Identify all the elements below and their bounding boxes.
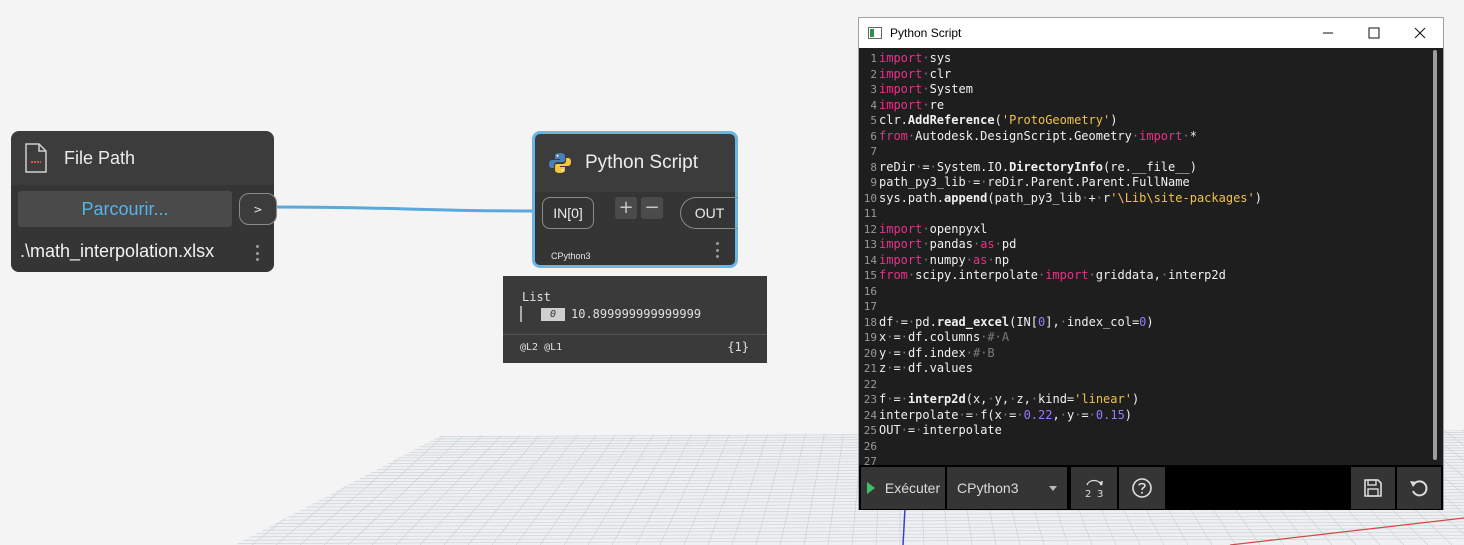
migration-assistant-button[interactable]: 2 3 xyxy=(1071,467,1117,509)
file-path-node[interactable]: File Path Parcourir... > .\math_interpol… xyxy=(11,131,277,272)
engine-select-value: CPython3 xyxy=(957,480,1019,496)
run-button[interactable]: Exécuter xyxy=(861,467,945,509)
output-port-out[interactable]: OUT xyxy=(680,197,738,229)
code-line: 27 xyxy=(863,455,877,465)
maximize-icon[interactable] xyxy=(1351,18,1397,48)
help-icon xyxy=(1132,478,1152,498)
code-line: 14 import·numpy·as·np xyxy=(863,252,1010,267)
code-line: 15 from·scipy.interpolate·import·griddata… xyxy=(863,268,1226,282)
node-title: Python Script xyxy=(585,152,698,173)
svg-text:3: 3 xyxy=(1097,489,1103,500)
editor-toolbar: Exécuter CPython3 2 3 xyxy=(859,465,1443,510)
chevron-down-icon xyxy=(1049,486,1057,491)
code-line: 21 z·=·df.values xyxy=(863,361,973,375)
code-line: 9 path_py3_lib·=·reDir.Parent.Parent.Full… xyxy=(870,175,1190,189)
list-index-badge: 0 xyxy=(541,308,565,321)
code-line: 1 import·sys xyxy=(870,51,952,65)
python-script-node[interactable]: Python Script IN[0] + − OUT CPython3 xyxy=(532,131,738,268)
node-title: File Path xyxy=(64,147,136,168)
code-line: 12 import·openpyxl xyxy=(863,221,988,236)
output-port[interactable]: > xyxy=(239,193,277,225)
code-line: 3 import·System xyxy=(870,82,973,96)
svg-text:2: 2 xyxy=(1085,489,1091,500)
code-line: 8 reDir·=·System.IO.DirectoryInfo(re.__fi… xyxy=(870,159,1197,174)
code-line: 10 sys.path.append(path_py3_lib·+·r'\Lib\… xyxy=(863,190,1262,205)
node-menu-icon[interactable] xyxy=(255,245,259,261)
node-preview-bubble[interactable]: List 0 10.899999999999999 @L2 @L1 {1} xyxy=(503,276,767,363)
add-input-button[interactable]: + xyxy=(615,197,637,219)
window-icon xyxy=(868,27,882,39)
remove-input-button[interactable]: − xyxy=(641,197,663,219)
play-icon xyxy=(866,482,875,494)
code-line: 25 OUT·=·interpolate xyxy=(863,423,1002,437)
code-line: 2 import·clr xyxy=(870,66,952,81)
revert-button[interactable] xyxy=(1397,467,1441,509)
code-line: 6 from·Autodesk.DesignScript.Geometry·imp… xyxy=(870,128,1197,143)
close-icon[interactable] xyxy=(1397,18,1443,48)
code-line: 20 y·=·df.index·#·B xyxy=(863,345,995,360)
preview-value: 10.899999999999999 xyxy=(571,307,702,321)
tree-line xyxy=(520,306,522,322)
engine-label: CPython3 xyxy=(551,251,591,261)
code-line: 16 xyxy=(863,284,877,298)
code-line: 26 xyxy=(863,439,877,453)
item-count: {1} xyxy=(727,340,749,354)
code-line: 13 import·pandas·as·pd xyxy=(863,237,1017,251)
python-node-header[interactable]: Python Script xyxy=(535,134,735,192)
python-editor-window[interactable]: Python Script 1 import·sys 2 import·clr 3i… xyxy=(858,17,1444,510)
code-line: 7 xyxy=(870,145,877,158)
list-levels: @L2 @L1 xyxy=(520,342,563,353)
minimize-icon[interactable] xyxy=(1305,18,1351,48)
code-line: 5 clr.AddReference('ProtoGeometry') xyxy=(870,113,1118,127)
code-line: 19 x·=·df.columns·#·A xyxy=(863,330,1010,344)
save-button[interactable] xyxy=(1351,467,1395,509)
window-titlebar[interactable]: Python Script xyxy=(859,18,1443,48)
file-icon xyxy=(25,143,47,173)
browse-button[interactable]: Parcourir... xyxy=(18,191,232,227)
python-logo-icon xyxy=(549,153,571,173)
convert-2-to-3-icon: 2 3 xyxy=(1085,479,1103,500)
file-path-value: .\math_interpolation.xlsx xyxy=(20,241,215,261)
undo-icon xyxy=(1410,480,1428,497)
preview-type: List xyxy=(522,290,551,304)
help-button[interactable] xyxy=(1119,467,1165,509)
file-path-node-header[interactable]: File Path xyxy=(11,131,274,185)
code-line: 18 df·=·pd.read_excel(IN[0],·index_col=0) xyxy=(863,314,1154,329)
code-line: 4 import·re xyxy=(870,97,945,112)
run-label: Exécuter xyxy=(884,480,941,496)
divider xyxy=(503,334,767,335)
code-line: 23 f·=·interp2d(x,·y,·z,·kind='linear') xyxy=(863,392,1140,406)
code-editor[interactable]: 1 import·sys 2 import·clr 3 import·System 4… xyxy=(859,48,1437,465)
code-line: 22 xyxy=(863,377,877,391)
window-title: Python Script xyxy=(890,26,962,40)
code-line: 11 xyxy=(863,207,877,220)
code-line: 24 interpolate·=·f(x·=·0.22,·y·=·0.15) xyxy=(863,407,1133,422)
save-icon xyxy=(1364,479,1382,497)
code-line: 17 xyxy=(863,300,877,313)
vertical-scrollbar[interactable] xyxy=(1433,50,1437,460)
engine-select[interactable]: CPython3 xyxy=(947,467,1067,509)
node-menu-icon[interactable] xyxy=(715,242,719,258)
input-port-in0[interactable]: IN[0] xyxy=(542,197,594,229)
